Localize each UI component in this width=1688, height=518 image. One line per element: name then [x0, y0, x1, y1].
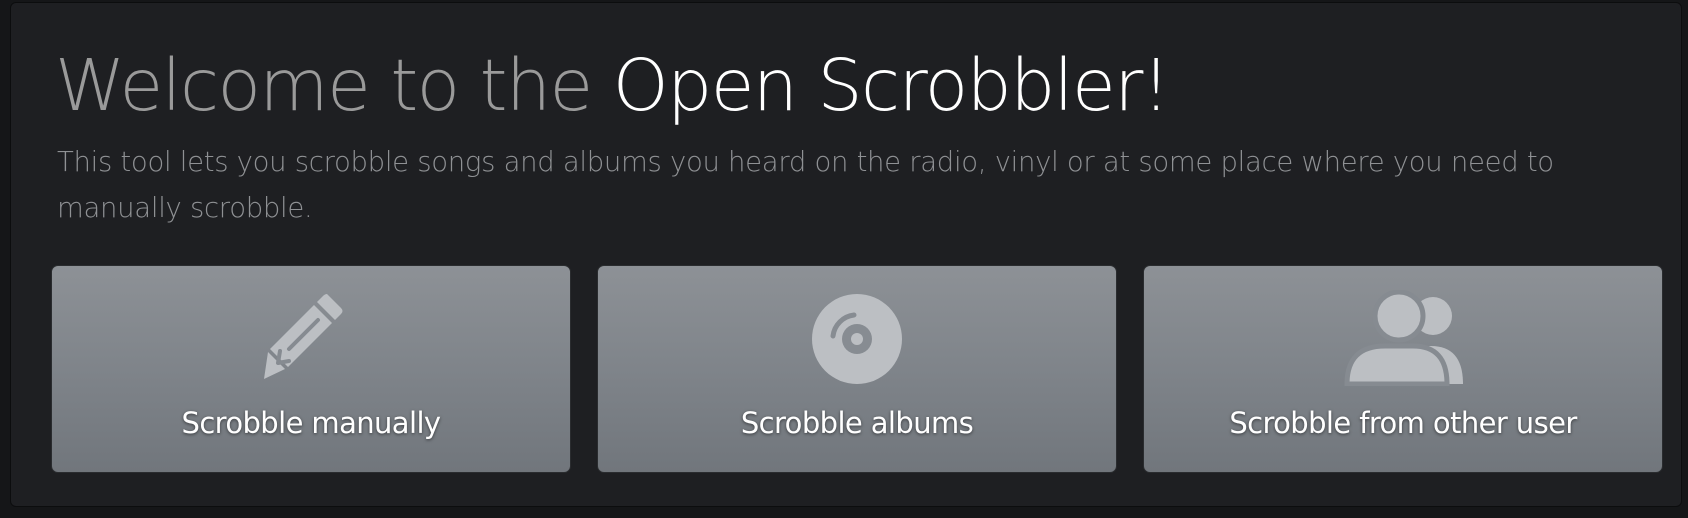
welcome-panel: Welcome to the Open Scrobbler! This tool…: [10, 2, 1682, 507]
scrobble-options: Scrobble manually Scrobble albums Scrobb…: [51, 265, 1663, 473]
scrobble-albums-card[interactable]: Scrobble albums: [597, 265, 1117, 473]
record-disc-icon: [807, 290, 907, 386]
title-prefix: Welcome to the: [55, 44, 613, 127]
pencil-icon: [261, 290, 361, 386]
scrobble-from-other-user-label: Scrobble from other user: [1229, 406, 1577, 440]
page-subtitle: This tool lets you scrobble songs and al…: [57, 146, 1554, 224]
page-title: Welcome to the Open Scrobbler!: [55, 41, 1171, 131]
title-brand: Open Scrobbler!: [612, 44, 1171, 127]
scrobble-manually-card[interactable]: Scrobble manually: [51, 265, 571, 473]
scrobble-albums-label: Scrobble albums: [740, 406, 974, 440]
users-icon: [1343, 290, 1463, 386]
scrobble-manually-label: Scrobble manually: [181, 406, 442, 440]
scrobble-from-other-user-card[interactable]: Scrobble from other user: [1143, 265, 1663, 473]
